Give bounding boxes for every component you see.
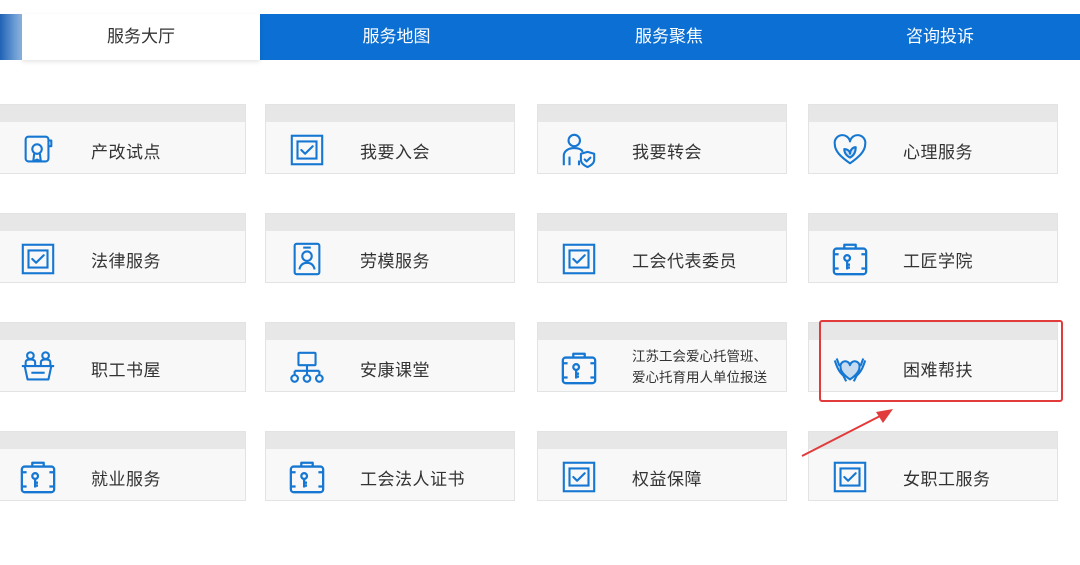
card-label: 产改试点 [91,142,161,163]
card-label: 心理服务 [903,142,973,163]
card-label: 我要转会 [632,142,702,163]
card-label: 江苏工会爱心托管班、爱心托育用人单位报送 [632,349,767,386]
card-pilot[interactable]: 产改试点 [0,104,246,174]
card-label: 安康课堂 [360,360,430,381]
card-worker-library[interactable]: 职工书屋 [0,322,246,392]
card-label: 职工书屋 [91,360,161,381]
card-female-worker-service[interactable]: 女职工服务 [808,431,1058,501]
card-label: 工会法人证书 [360,469,465,490]
highlight-box [819,320,1063,402]
card-rights-protection[interactable]: 权益保障 [537,431,787,501]
checkbox-frame-icon [560,240,598,278]
checkbox-frame-icon [288,131,326,169]
card-label: 工会代表委员 [632,251,737,272]
card-psychological-service[interactable]: 心理服务 [808,104,1058,174]
briefcase-key-icon [288,458,326,496]
card-label: 我要入会 [360,142,430,163]
card-employment-service[interactable]: 就业服务 [0,431,246,501]
card-label: 就业服务 [91,469,161,490]
certificate-icon [19,131,57,169]
user-shield-icon [560,131,598,169]
card-label: 权益保障 [632,469,702,490]
reading-people-icon [19,349,57,387]
heart-leaf-icon [831,131,869,169]
card-label: 劳模服务 [360,251,430,272]
card-union-legal-certificate[interactable]: 工会法人证书 [265,431,515,501]
card-join-union[interactable]: 我要入会 [265,104,515,174]
card-model-worker-service[interactable]: 劳模服务 [265,213,515,283]
card-legal-service[interactable]: 法律服务 [0,213,246,283]
card-label: 工匠学院 [903,251,973,272]
card-health-classroom[interactable]: 安康课堂 [265,322,515,392]
card-childcare-report[interactable]: 江苏工会爱心托管班、爱心托育用人单位报送 [537,322,787,392]
card-craftsman-academy[interactable]: 工匠学院 [808,213,1058,283]
briefcase-key-icon [19,458,57,496]
card-label: 法律服务 [91,251,161,272]
service-grid: 产改试点 我要入会 我要转会 心理服务 法律服务 劳模服务 工会代表委员 工匠学… [0,0,1080,565]
briefcase-key-icon [831,240,869,278]
card-label: 女职工服务 [903,469,991,490]
card-union-representative[interactable]: 工会代表委员 [537,213,787,283]
checkbox-frame-icon [560,458,598,496]
card-transfer-union[interactable]: 我要转会 [537,104,787,174]
briefcase-key-icon [560,349,598,387]
checkbox-frame-icon [19,240,57,278]
checkbox-frame-icon [831,458,869,496]
network-icon [288,349,326,387]
id-badge-icon [288,240,326,278]
